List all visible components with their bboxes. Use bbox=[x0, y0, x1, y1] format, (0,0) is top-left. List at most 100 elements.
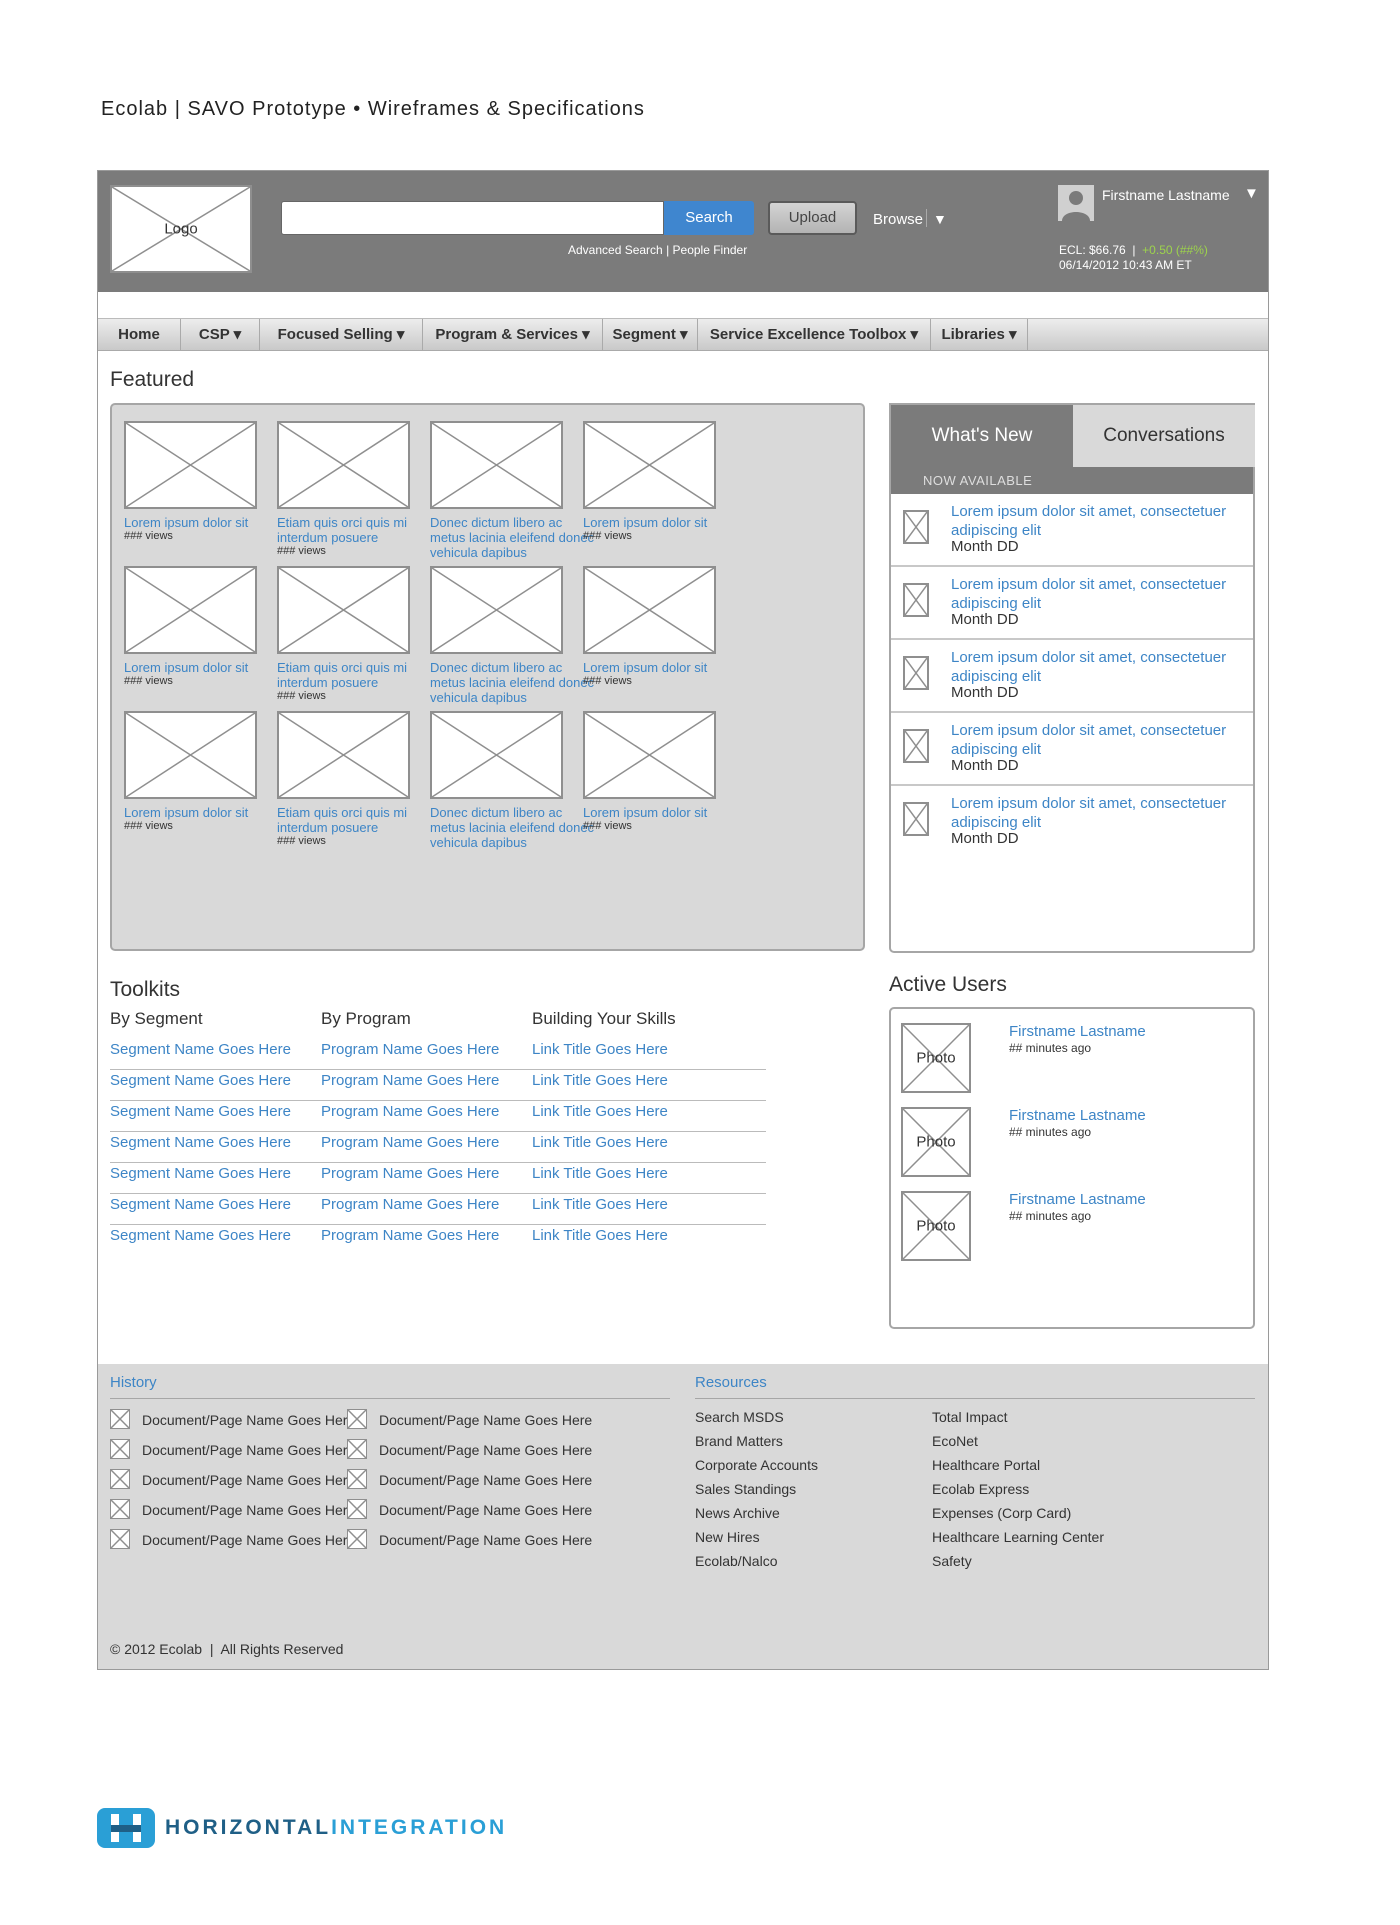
toolkit-link[interactable]: Program Name Goes Here bbox=[321, 1225, 555, 1249]
news-item[interactable]: Lorem ipsum dolor sit amet, consectetuer… bbox=[891, 640, 1253, 713]
featured-thumbnail[interactable] bbox=[430, 421, 563, 509]
featured-thumbnail[interactable] bbox=[583, 711, 716, 799]
toolkit-link[interactable]: Link Title Goes Here bbox=[532, 1039, 766, 1070]
history-item[interactable]: Document/Page Name Goes Here bbox=[110, 1469, 355, 1491]
browse-menu[interactable]: Browse bbox=[873, 211, 923, 228]
nav-libraries[interactable]: Libraries ▾ bbox=[931, 319, 1028, 350]
tab-conversations[interactable]: Conversations bbox=[1073, 405, 1255, 467]
history-item-label[interactable]: Document/Page Name Goes Here bbox=[142, 1469, 355, 1491]
user-photo[interactable]: Photo bbox=[901, 1023, 971, 1093]
featured-thumbnail[interactable] bbox=[430, 566, 563, 654]
resource-link[interactable]: EcoNet bbox=[932, 1433, 978, 1449]
history-item[interactable]: Document/Page Name Goes Here bbox=[110, 1499, 355, 1521]
news-item[interactable]: Lorem ipsum dolor sit amet, consectetuer… bbox=[891, 494, 1253, 567]
history-item[interactable]: Document/Page Name Goes Here bbox=[347, 1469, 592, 1491]
caret-down-icon[interactable]: ▼ bbox=[933, 211, 947, 227]
news-item-title[interactable]: Lorem ipsum dolor sit amet, consectetuer… bbox=[951, 575, 1246, 613]
history-item-label[interactable]: Document/Page Name Goes Here bbox=[379, 1409, 592, 1431]
featured-item-title[interactable]: Donec dictum libero ac metus lacinia ele… bbox=[430, 515, 600, 560]
featured-item-title[interactable]: Lorem ipsum dolor sit bbox=[124, 515, 294, 530]
upload-button[interactable]: Upload bbox=[768, 201, 857, 235]
featured-thumbnail[interactable] bbox=[277, 421, 410, 509]
toolkit-link[interactable]: Program Name Goes Here bbox=[321, 1070, 555, 1101]
featured-item-title[interactable]: Donec dictum libero ac metus lacinia ele… bbox=[430, 805, 600, 850]
featured-item-title[interactable]: Lorem ipsum dolor sit bbox=[583, 515, 753, 530]
history-item-label[interactable]: Document/Page Name Goes Here bbox=[142, 1439, 355, 1461]
history-item-label[interactable]: Document/Page Name Goes Here bbox=[379, 1439, 592, 1461]
toolkit-link[interactable]: Link Title Goes Here bbox=[532, 1163, 766, 1194]
toolkit-link[interactable]: Segment Name Goes Here bbox=[110, 1039, 344, 1070]
featured-item-title[interactable]: Lorem ipsum dolor sit bbox=[583, 805, 753, 820]
nav-program-services[interactable]: Program & Services ▾ bbox=[423, 319, 603, 350]
history-item[interactable]: Document/Page Name Goes Here bbox=[347, 1439, 592, 1461]
toolkit-link[interactable]: Program Name Goes Here bbox=[321, 1039, 555, 1070]
history-item[interactable]: Document/Page Name Goes Here bbox=[347, 1409, 592, 1431]
logo-placeholder[interactable]: Logo bbox=[110, 185, 252, 273]
resource-link[interactable]: News Archive bbox=[695, 1505, 780, 1521]
resource-link[interactable]: Sales Standings bbox=[695, 1481, 796, 1497]
history-item-label[interactable]: Document/Page Name Goes Here bbox=[142, 1409, 355, 1431]
tab-whats-new[interactable]: What's New bbox=[891, 405, 1073, 467]
toolkit-link[interactable]: Program Name Goes Here bbox=[321, 1194, 555, 1225]
advanced-search-links[interactable]: Advanced Search | People Finder bbox=[568, 243, 747, 257]
featured-item-title[interactable]: Lorem ipsum dolor sit bbox=[583, 660, 753, 675]
user-photo[interactable]: Photo bbox=[901, 1191, 971, 1261]
toolkit-link[interactable]: Link Title Goes Here bbox=[532, 1070, 766, 1101]
news-item[interactable]: Lorem ipsum dolor sit amet, consectetuer… bbox=[891, 713, 1253, 786]
featured-thumbnail[interactable] bbox=[277, 566, 410, 654]
toolkit-link[interactable]: Segment Name Goes Here bbox=[110, 1101, 344, 1132]
featured-item-title[interactable]: Lorem ipsum dolor sit bbox=[124, 660, 294, 675]
news-item-title[interactable]: Lorem ipsum dolor sit amet, consectetuer… bbox=[951, 794, 1246, 832]
featured-thumbnail[interactable] bbox=[124, 711, 257, 799]
resource-link[interactable]: Brand Matters bbox=[695, 1433, 783, 1449]
featured-thumbnail[interactable] bbox=[124, 421, 257, 509]
toolkit-link[interactable]: Segment Name Goes Here bbox=[110, 1225, 344, 1249]
nav-segment[interactable]: Segment ▾ bbox=[603, 319, 698, 350]
toolkit-link[interactable]: Segment Name Goes Here bbox=[110, 1194, 344, 1225]
history-item-label[interactable]: Document/Page Name Goes Here bbox=[379, 1499, 592, 1521]
resource-link[interactable]: Corporate Accounts bbox=[695, 1457, 818, 1473]
featured-item-title[interactable]: Etiam quis orci quis mi interdum posuere bbox=[277, 515, 447, 545]
toolkit-link[interactable]: Link Title Goes Here bbox=[532, 1132, 766, 1163]
toolkit-link[interactable]: Link Title Goes Here bbox=[532, 1194, 766, 1225]
featured-thumbnail[interactable] bbox=[277, 711, 410, 799]
history-item[interactable]: Document/Page Name Goes Here bbox=[110, 1439, 355, 1461]
history-item-label[interactable]: Document/Page Name Goes Here bbox=[379, 1469, 592, 1491]
toolkit-link[interactable]: Program Name Goes Here bbox=[321, 1163, 555, 1194]
resource-link[interactable]: Ecolab/Nalco bbox=[695, 1553, 778, 1569]
search-input[interactable] bbox=[281, 201, 664, 235]
history-item[interactable]: Document/Page Name Goes Here bbox=[110, 1529, 355, 1551]
featured-item-title[interactable]: Donec dictum libero ac metus lacinia ele… bbox=[430, 660, 600, 705]
nav-service-excellence-toolbox[interactable]: Service Excellence Toolbox ▾ bbox=[698, 319, 931, 350]
news-item-title[interactable]: Lorem ipsum dolor sit amet, consectetuer… bbox=[951, 721, 1246, 759]
featured-thumbnail[interactable] bbox=[430, 711, 563, 799]
active-user-name[interactable]: Firstname Lastname bbox=[1009, 1107, 1146, 1124]
active-user-name[interactable]: Firstname Lastname bbox=[1009, 1023, 1146, 1040]
news-item[interactable]: Lorem ipsum dolor sit amet, consectetuer… bbox=[891, 786, 1253, 859]
featured-thumbnail[interactable] bbox=[124, 566, 257, 654]
featured-item-title[interactable]: Etiam quis orci quis mi interdum posuere bbox=[277, 805, 447, 835]
toolkit-link[interactable]: Link Title Goes Here bbox=[532, 1101, 766, 1132]
featured-item-title[interactable]: Lorem ipsum dolor sit bbox=[124, 805, 294, 820]
news-item-title[interactable]: Lorem ipsum dolor sit amet, consectetuer… bbox=[951, 502, 1246, 540]
history-item-label[interactable]: Document/Page Name Goes Here bbox=[142, 1529, 355, 1551]
resource-link[interactable]: Healthcare Learning Center bbox=[932, 1529, 1104, 1545]
featured-thumbnail[interactable] bbox=[583, 566, 716, 654]
featured-item-title[interactable]: Etiam quis orci quis mi interdum posuere bbox=[277, 660, 447, 690]
resource-link[interactable]: Safety bbox=[932, 1553, 972, 1569]
history-item[interactable]: Document/Page Name Goes Here bbox=[347, 1529, 592, 1551]
featured-thumbnail[interactable] bbox=[583, 421, 716, 509]
nav-focused-selling[interactable]: Focused Selling ▾ bbox=[260, 319, 423, 350]
nav-home[interactable]: Home bbox=[98, 319, 181, 350]
toolkit-link[interactable]: Program Name Goes Here bbox=[321, 1132, 555, 1163]
resource-link[interactable]: New Hires bbox=[695, 1529, 760, 1545]
toolkit-link[interactable]: Segment Name Goes Here bbox=[110, 1070, 344, 1101]
toolkit-link[interactable]: Link Title Goes Here bbox=[532, 1225, 766, 1249]
history-item-label[interactable]: Document/Page Name Goes Here bbox=[379, 1529, 592, 1551]
news-item-title[interactable]: Lorem ipsum dolor sit amet, consectetuer… bbox=[951, 648, 1246, 686]
resource-link[interactable]: Healthcare Portal bbox=[932, 1457, 1040, 1473]
user-avatar[interactable] bbox=[1058, 185, 1094, 221]
toolkit-link[interactable]: Segment Name Goes Here bbox=[110, 1163, 344, 1194]
nav-csp[interactable]: CSP ▾ bbox=[181, 319, 260, 350]
resource-link[interactable]: Ecolab Express bbox=[932, 1481, 1029, 1497]
